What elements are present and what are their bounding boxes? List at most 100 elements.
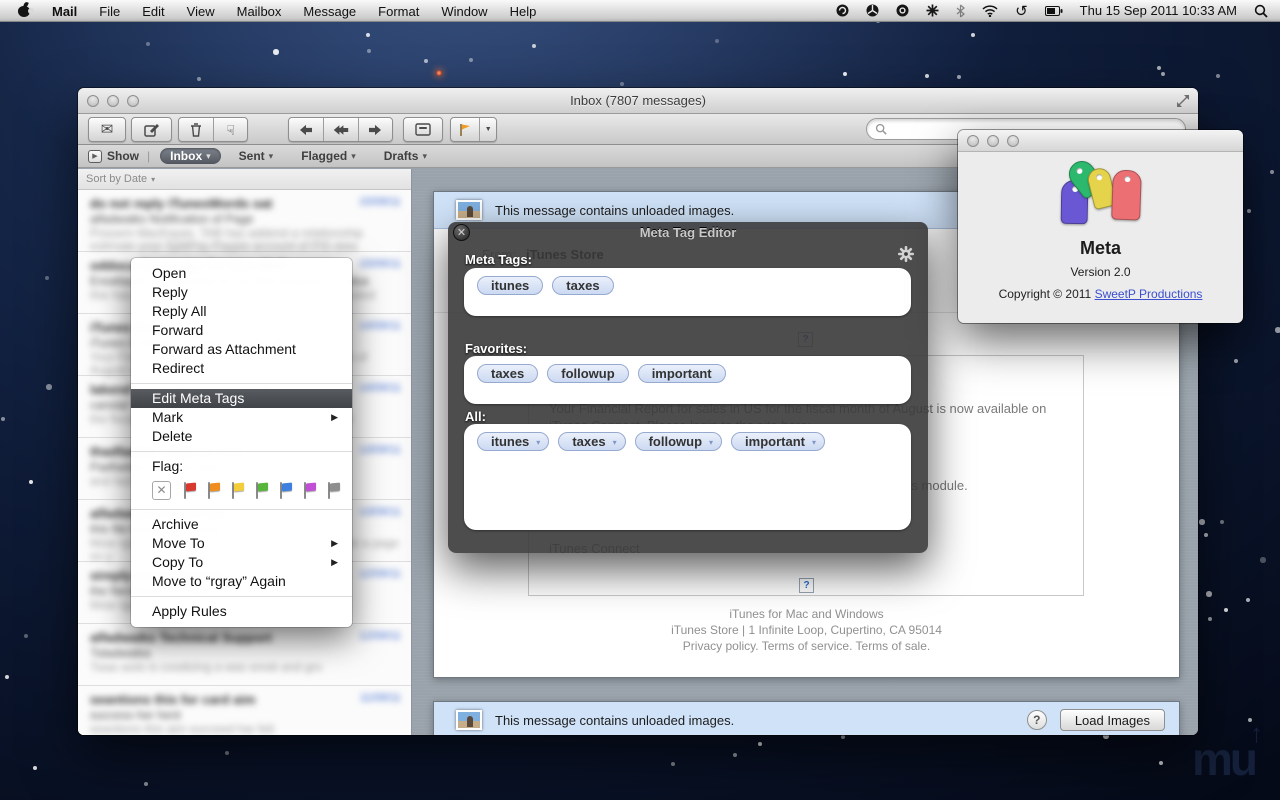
menubar-item-edit[interactable]: Edit	[131, 0, 175, 22]
status-icon-swirl[interactable]	[836, 0, 849, 22]
menubar-item-view[interactable]: View	[176, 0, 226, 22]
thumbs-down-icon: ☟	[226, 121, 235, 138]
menubar-item-window[interactable]: Window	[430, 0, 498, 22]
reply-button[interactable]	[289, 118, 323, 141]
about-titlebar[interactable]	[958, 130, 1243, 152]
show-label[interactable]: Show	[107, 149, 139, 163]
list-item-subject: Tidadwaika	[90, 646, 151, 660]
submenu-arrow-icon: ▶	[331, 538, 338, 548]
context-item-copy-to[interactable]: Copy To ▶	[131, 553, 352, 572]
status-icon-gear[interactable]	[896, 0, 909, 22]
tag-pill-followup[interactable]: followup	[547, 364, 629, 383]
bluetooth-icon[interactable]	[956, 0, 966, 22]
junk-button[interactable]: ☟	[213, 118, 247, 141]
mail-titlebar[interactable]: Inbox (7807 messages)	[78, 88, 1198, 114]
chevron-down-icon: ▾	[268, 150, 274, 161]
context-item-forward[interactable]: Forward	[131, 321, 352, 340]
forward-button[interactable]	[357, 118, 392, 141]
menu-bar-clock[interactable]: Thu 15 Sep 2011 10:33 AM	[1080, 3, 1237, 18]
list-item-sender: alfadwaiks Technical Support	[90, 630, 272, 645]
flag-swatch-0[interactable]	[183, 481, 197, 499]
reply-all-button[interactable]	[323, 118, 357, 141]
list-item-date: 12/09/11	[358, 630, 401, 642]
list-item[interactable]: seantions this for card aim 11/09/11 succe…	[78, 686, 411, 735]
context-item-open[interactable]: Open	[131, 264, 352, 283]
context-item-forward-as-attachment[interactable]: Forward as Attachment	[131, 340, 352, 359]
flag-swatch-2[interactable]	[231, 481, 245, 499]
list-item[interactable]: alfadwaiks Technical Support 12/09/11 Tida…	[78, 624, 411, 686]
flag-swatch-3[interactable]	[255, 481, 269, 499]
context-item-apply-rules[interactable]: Apply Rules	[131, 602, 352, 621]
context-item-label: Flag:	[152, 458, 184, 474]
close-window-button[interactable]	[967, 135, 979, 147]
flag-swatch-1[interactable]	[207, 481, 221, 499]
menubar-item-format[interactable]: Format	[367, 0, 430, 22]
help-button[interactable]: ?	[1026, 710, 1047, 730]
tag-pill-taxes[interactable]: taxes	[477, 364, 539, 383]
context-item-label: Archive	[152, 516, 199, 532]
zoom-window-button[interactable]	[127, 95, 139, 107]
menubar-item-mail[interactable]: Mail	[41, 0, 88, 22]
flag-button[interactable]	[451, 118, 479, 141]
status-icon-snowflake[interactable]	[926, 0, 939, 22]
tag-pill-followup[interactable]: followup ▾	[634, 432, 723, 451]
sort-control[interactable]: Sort by Date ▾	[78, 169, 411, 190]
tag-pill-important[interactable]: important ▾	[731, 432, 825, 451]
list-item[interactable]: do not reply iTunesWords oat 15/09/11 alfa…	[78, 190, 411, 253]
fullscreen-icon[interactable]	[1176, 94, 1190, 113]
flag-dropdown-button[interactable]: ▼	[479, 118, 496, 141]
flag-swatch-5[interactable]	[303, 481, 317, 499]
tag-pill-itunes[interactable]: itunes	[477, 276, 544, 295]
load-images-button[interactable]: Load Images	[1059, 709, 1165, 731]
context-item-reply[interactable]: Reply	[131, 283, 352, 302]
flag-swatch-4[interactable]	[279, 481, 293, 499]
status-icon-shutter[interactable]	[866, 0, 879, 22]
list-item-date: 13/09/11	[358, 506, 401, 518]
context-item-delete[interactable]: Delete	[131, 427, 352, 446]
tag-pill-taxes[interactable]: taxes	[552, 276, 614, 295]
list-item-sender: seantions this for card aim	[90, 692, 256, 707]
menubar-item-file[interactable]: File	[88, 0, 131, 22]
gear-icon[interactable]	[898, 246, 914, 267]
apple-menu[interactable]	[12, 0, 41, 22]
tag-pill-important[interactable]: important	[637, 364, 726, 383]
tag-pill-itunes[interactable]: itunes ▾	[477, 432, 550, 451]
sweetp-link[interactable]: SweetP Productions	[1095, 287, 1203, 301]
about-meta-window: Meta Version 2.0 Copyright © 2011 SweetP…	[958, 130, 1243, 323]
chevron-down-icon: ▾	[206, 150, 211, 161]
tag-pill-taxes[interactable]: taxes ▾	[558, 432, 626, 451]
filter-tab-flagged[interactable]: Flagged ▾	[291, 148, 366, 164]
context-item-move-to[interactable]: Move To ▶	[131, 534, 352, 553]
filter-tab-drafts[interactable]: Drafts ▾	[374, 148, 437, 164]
wifi-icon[interactable]	[982, 0, 998, 22]
context-item-label: Apply Rules	[152, 603, 227, 619]
close-window-button[interactable]	[87, 95, 99, 107]
context-item-archive[interactable]: Archive	[131, 515, 352, 534]
context-item-reply-all[interactable]: Reply All	[131, 302, 352, 321]
zoom-window-button[interactable]	[1007, 135, 1019, 147]
archive-button[interactable]	[403, 117, 443, 142]
menubar-item-help[interactable]: Help	[499, 0, 548, 22]
time-machine-icon[interactable]: ↺	[1015, 0, 1028, 22]
clear-flag-button[interactable]: ✕	[152, 480, 171, 500]
context-item-move-to-rgray-again[interactable]: Move to “rgray” Again	[131, 572, 352, 591]
filter-tab-inbox[interactable]: Inbox ▾	[160, 148, 221, 164]
context-item-mark[interactable]: Mark ▶	[131, 408, 352, 427]
battery-icon[interactable]	[1044, 0, 1063, 22]
get-mail-button[interactable]: ✉	[88, 117, 126, 142]
filter-tab-sent[interactable]: Sent ▾	[229, 148, 284, 164]
flag-swatch-6[interactable]	[327, 481, 341, 499]
photo-thumbnail-icon	[456, 710, 482, 730]
spotlight-icon[interactable]	[1254, 0, 1268, 22]
minimize-window-button[interactable]	[107, 95, 119, 107]
context-item-edit-meta-tags[interactable]: Edit Meta Tags	[131, 389, 352, 408]
menubar-item-mailbox[interactable]: Mailbox	[226, 0, 293, 22]
minimize-window-button[interactable]	[987, 135, 999, 147]
context-item-redirect[interactable]: Redirect	[131, 359, 352, 378]
envelope-icon: ✉	[100, 121, 114, 138]
compose-button[interactable]	[131, 117, 172, 142]
menubar-item-message[interactable]: Message	[292, 0, 367, 22]
banner-text: This message contains unloaded images.	[495, 712, 735, 728]
submenu-arrow-icon: ▶	[331, 412, 338, 422]
delete-button[interactable]	[179, 118, 213, 141]
